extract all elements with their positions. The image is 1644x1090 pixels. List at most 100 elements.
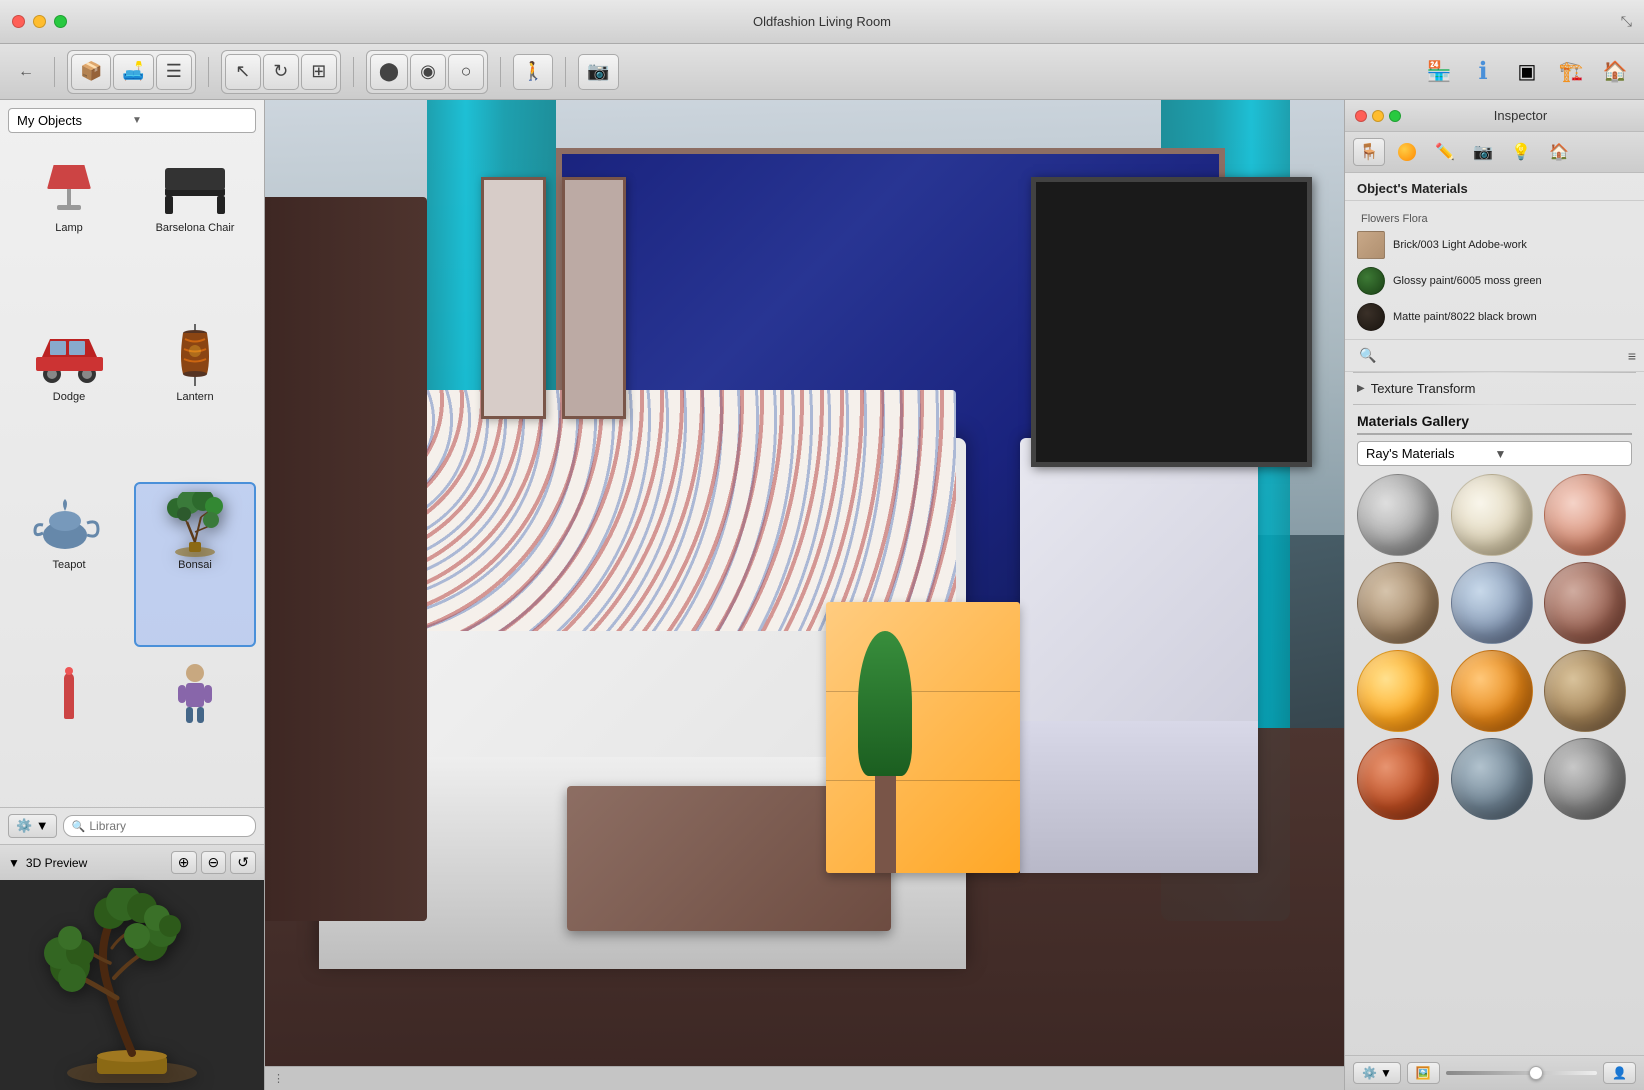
wire-btn[interactable]: ◉ bbox=[410, 54, 446, 90]
material-ball-orange-bright[interactable] bbox=[1357, 650, 1439, 732]
cursor-tool-btn[interactable]: ↖ bbox=[225, 54, 261, 90]
furniture-tab-icon: 🪑 bbox=[1359, 142, 1379, 162]
material-ball-gray-floral[interactable] bbox=[1357, 474, 1439, 556]
material-item-glossy[interactable]: Glossy paint/6005 moss green bbox=[1353, 263, 1636, 299]
search-input[interactable] bbox=[89, 819, 247, 833]
preview-area bbox=[0, 880, 264, 1090]
furniture-icon: 📦 bbox=[80, 61, 102, 82]
toolbar-list-btn[interactable]: ☰ bbox=[156, 54, 192, 90]
object-item-barselona-chair[interactable]: Barselona Chair bbox=[134, 145, 256, 310]
material-item-brick[interactable]: Brick/003 Light Adobe-work bbox=[1353, 227, 1636, 263]
gallery-dropdown[interactable]: Ray's Materials ▼ bbox=[1357, 441, 1632, 466]
window-controls bbox=[12, 15, 67, 28]
object-item-lantern[interactable]: Lantern bbox=[134, 314, 256, 479]
material-ball-cream-floral[interactable] bbox=[1451, 474, 1533, 556]
toolbar-sofa-btn[interactable]: 🛋️ bbox=[113, 54, 153, 90]
tab-light[interactable]: 💡 bbox=[1505, 138, 1537, 166]
object-item-bonsai[interactable]: Bonsai bbox=[134, 482, 256, 647]
render-btn[interactable]: ○ bbox=[448, 54, 484, 90]
material-ball-icon bbox=[1398, 143, 1416, 161]
toolbar-separator-4 bbox=[500, 57, 501, 87]
scene-btn[interactable]: 🏗️ bbox=[1552, 53, 1590, 91]
maximize-button[interactable] bbox=[54, 15, 67, 28]
matte-name: Matte paint/8022 black brown bbox=[1393, 310, 1537, 324]
render-mode-group: ⬤ ◉ ○ bbox=[366, 50, 488, 94]
objects-dropdown[interactable]: My Objects ▼ bbox=[8, 108, 256, 133]
zoom-out-button[interactable]: ⊖ bbox=[201, 851, 227, 874]
slider-thumb[interactable] bbox=[1529, 1066, 1543, 1080]
solid-btn[interactable]: ⬤ bbox=[370, 54, 408, 90]
tab-home[interactable]: 🏠 bbox=[1543, 138, 1575, 166]
objects-materials-header: Object's Materials bbox=[1345, 173, 1644, 201]
info-icon: ℹ bbox=[1478, 57, 1487, 86]
object-item-cactus[interactable] bbox=[8, 651, 130, 804]
chair-label: Barselona Chair bbox=[156, 222, 235, 234]
home-btn[interactable]: 🏠 bbox=[1596, 53, 1634, 91]
dropdown-arrow-icon: ▼ bbox=[132, 115, 247, 126]
object-type-group: 📦 🛋️ ☰ bbox=[67, 50, 196, 94]
object-item-dodge[interactable]: Dodge bbox=[8, 314, 130, 479]
tab-pencil[interactable]: ✏️ bbox=[1429, 138, 1461, 166]
eyedropper-btn[interactable]: 🔍 bbox=[1353, 344, 1382, 367]
object-item-figure[interactable] bbox=[134, 651, 256, 804]
room-render bbox=[265, 100, 1344, 1066]
sofa-icon: 🛋️ bbox=[122, 61, 144, 82]
walk-btn[interactable]: 🚶 bbox=[513, 54, 553, 90]
layout-btn[interactable]: ▣ bbox=[1508, 53, 1546, 91]
refresh-button[interactable]: ↺ bbox=[230, 851, 256, 874]
minimize-button[interactable] bbox=[33, 15, 46, 28]
tab-material-ball[interactable] bbox=[1391, 138, 1423, 166]
rotate-tool-btn[interactable]: ↻ bbox=[263, 54, 299, 90]
drag-handle-icon: ⋮ bbox=[273, 1072, 284, 1085]
material-ball-gray-stone[interactable] bbox=[1544, 738, 1626, 820]
transform-tool-btn[interactable]: ⊞ bbox=[301, 54, 337, 90]
hamburger-menu-btn[interactable]: ≡ bbox=[1628, 348, 1636, 364]
furniture-catalog-btn[interactable]: 🏪 bbox=[1420, 53, 1458, 91]
camera-btn[interactable]: 📷 bbox=[578, 54, 618, 90]
info-btn[interactable]: ℹ bbox=[1464, 53, 1502, 91]
tool-mode-group: ↖ ↻ ⊞ bbox=[221, 50, 341, 94]
bonsai-label: Bonsai bbox=[178, 559, 212, 571]
material-ball-red-floral[interactable] bbox=[1544, 474, 1626, 556]
search-bar: ⚙️ ▼ 🔍 bbox=[0, 807, 264, 844]
inspector-close-btn[interactable] bbox=[1355, 110, 1367, 122]
tab-furniture[interactable]: 🪑 bbox=[1353, 138, 1385, 166]
inspector-max-btn[interactable] bbox=[1389, 110, 1401, 122]
back-button[interactable]: ← bbox=[10, 59, 42, 85]
material-item-matte[interactable]: Matte paint/8022 black brown bbox=[1353, 299, 1636, 335]
gallery-header-label: Materials Gallery bbox=[1357, 413, 1469, 429]
texture-transform-header[interactable]: ▶ Texture Transform bbox=[1357, 379, 1632, 398]
eyedropper-icon: 🔍 bbox=[1359, 347, 1376, 363]
inspector-person-btn[interactable]: 👤 bbox=[1603, 1062, 1636, 1084]
object-item-teapot[interactable]: Teapot bbox=[8, 482, 130, 647]
material-ball-orange-dark[interactable] bbox=[1357, 738, 1439, 820]
material-ball-blue-argyle[interactable] bbox=[1451, 562, 1533, 644]
material-ball-orange-mid[interactable] bbox=[1451, 650, 1533, 732]
center-view[interactable]: ⋮ bbox=[265, 100, 1344, 1090]
glossy-swatch bbox=[1357, 267, 1385, 295]
material-ball-tan-damask[interactable] bbox=[1357, 562, 1439, 644]
tab-camera[interactable]: 📷 bbox=[1467, 138, 1499, 166]
view-bottom-bar: ⋮ bbox=[265, 1066, 1344, 1090]
inspector-min-btn[interactable] bbox=[1372, 110, 1384, 122]
toolbar: ← 📦 🛋️ ☰ ↖ ↻ ⊞ ⬤ ◉ bbox=[0, 44, 1644, 100]
zoom-in-button[interactable]: ⊕ bbox=[171, 851, 197, 874]
catalog-icon: 🏪 bbox=[1427, 59, 1452, 84]
toolbar-separator-2 bbox=[208, 57, 209, 87]
lamp-label: Lamp bbox=[55, 222, 83, 234]
toolbar-furniture-btn[interactable]: 📦 bbox=[71, 54, 111, 90]
preview-header[interactable]: ▼ 3D Preview ⊕ ⊖ ↺ bbox=[0, 845, 264, 880]
object-item-lamp[interactable]: Lamp bbox=[8, 145, 130, 310]
material-ball-blue-gray[interactable] bbox=[1451, 738, 1533, 820]
inspector-gear-btn[interactable]: ⚙️ ▼ bbox=[1353, 1062, 1401, 1084]
objects-dropdown-label: My Objects bbox=[17, 113, 132, 128]
slider-track[interactable] bbox=[1446, 1071, 1597, 1075]
texture-transform-label: Texture Transform bbox=[1371, 381, 1476, 396]
material-ball-rust-worn[interactable] bbox=[1544, 562, 1626, 644]
gear-button[interactable]: ⚙️ ▼ bbox=[8, 814, 57, 838]
close-button[interactable] bbox=[12, 15, 25, 28]
search-box[interactable]: 🔍 bbox=[63, 815, 256, 837]
toolbar-right: 🏪 ℹ ▣ 🏗️ 🏠 bbox=[1420, 53, 1634, 91]
inspector-image-btn[interactable]: 🖼️ bbox=[1407, 1062, 1440, 1084]
material-ball-tan-wood[interactable] bbox=[1544, 650, 1626, 732]
